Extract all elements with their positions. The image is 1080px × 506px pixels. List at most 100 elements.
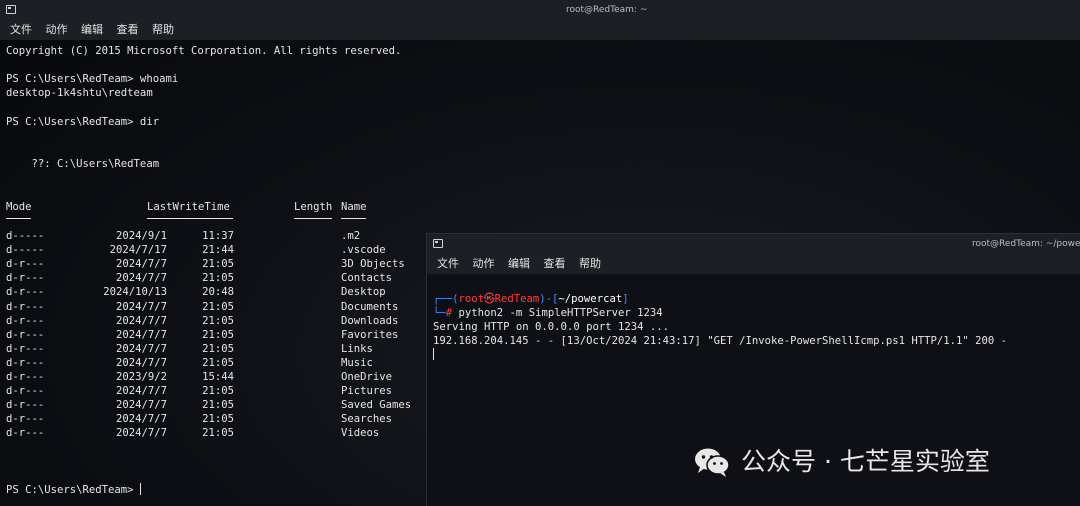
row-date: 2024/7/17: [109, 244, 167, 257]
row-date: 2024/7/7: [115, 258, 167, 271]
row-name: Pictures: [341, 385, 393, 398]
header-name: Name: [341, 201, 367, 213]
text-cursor: [433, 348, 434, 360]
row-mode: d-r---: [6, 286, 45, 299]
row-name: Saved Games: [341, 399, 412, 412]
row-date: 2024/7/7: [115, 399, 167, 412]
row-name: Contacts: [341, 272, 393, 285]
row-time: 21:05: [202, 300, 234, 313]
header-length: Length: [294, 201, 333, 213]
header-name-underline: [341, 218, 366, 219]
row-time: 21:05: [202, 385, 234, 398]
row-name: Documents: [341, 300, 399, 313]
row-time: 21:44: [202, 244, 234, 257]
row-date: 2024/7/7: [115, 328, 167, 341]
prompt-hash: #: [445, 307, 459, 319]
menu-view[interactable]: 查看: [117, 20, 139, 40]
watermark-text: 公众号 · 七芒星实验室: [741, 447, 990, 476]
prompt-dir: PS C:\Users\RedTeam> dir: [6, 116, 160, 128]
back-title-bar[interactable]: root@RedTeam: ~: [0, 0, 1080, 20]
row-mode: d-r---: [6, 399, 45, 412]
row-mode: d-r---: [6, 272, 45, 285]
prompt-end: ]: [622, 293, 629, 305]
row-time: 20:48: [202, 286, 234, 299]
row-time: 15:44: [202, 371, 234, 383]
final-prompt-text: PS C:\Users\RedTeam>: [6, 484, 140, 496]
whoami-output: desktop-1k4shtu\redteam: [6, 87, 153, 99]
row-name: Favorites: [341, 328, 399, 341]
row-date: 2024/10/13: [103, 286, 167, 299]
row-name: 3D Objects: [341, 258, 405, 271]
server-output-1: Serving HTTP on 0.0.0.0 port 1234 ...: [433, 321, 669, 333]
menu-edit[interactable]: 编辑: [81, 20, 103, 40]
header-length-underline: [294, 218, 332, 219]
row-time: 21:05: [202, 342, 234, 355]
row-name: .m2: [341, 230, 361, 242]
header-lastwritetime-underline: [147, 218, 233, 219]
back-window-title: root@RedTeam: ~: [566, 5, 648, 15]
row-name: Links: [341, 342, 373, 355]
terminal-icon: [6, 5, 16, 14]
back-menu-bar: 文件 动作 编辑 查看 帮助: [0, 20, 1080, 40]
row-date: 2024/9/1: [115, 230, 167, 242]
text-cursor: [139, 483, 141, 495]
row-mode: d-r---: [6, 371, 45, 383]
row-time: 21:05: [202, 356, 234, 369]
row-name: Videos: [341, 427, 380, 440]
prompt-whoami: PS C:\Users\RedTeam> whoami: [6, 73, 179, 85]
row-mode: d-r---: [6, 300, 45, 313]
row-date: 2024/7/7: [115, 427, 167, 440]
copyright-line: Copyright (C) 2015 Microsoft Corporation…: [6, 45, 402, 57]
kali-prompt-line2: └─# python2 -m SimpleHTTPServer 1234: [433, 306, 663, 320]
row-time: 11:37: [202, 230, 234, 242]
menu-view[interactable]: 查看: [544, 254, 566, 274]
row-mode: d-----: [6, 244, 45, 257]
row-mode: d-r---: [6, 413, 45, 426]
row-date: 2024/7/7: [115, 385, 167, 398]
menu-action[interactable]: 动作: [46, 20, 68, 40]
row-time: 21:05: [202, 413, 234, 426]
row-mode: d-r---: [6, 258, 45, 271]
front-menu-bar: 文件 动作 编辑 查看 帮助: [427, 254, 1080, 274]
row-mode: d-r---: [6, 385, 45, 398]
prompt-mid: )-[: [539, 293, 559, 305]
row-date: 2024/7/7: [115, 342, 167, 355]
menu-help[interactable]: 帮助: [579, 254, 601, 274]
header-mode-underline: [6, 218, 31, 219]
menu-help[interactable]: 帮助: [152, 20, 174, 40]
row-name: OneDrive: [341, 371, 393, 383]
row-mode: d-r---: [6, 427, 45, 440]
command-text: python2 -m SimpleHTTPServer 1234: [458, 307, 663, 319]
row-mode: d-r---: [6, 356, 45, 369]
prompt-frame-top: ┌──(: [433, 293, 459, 305]
row-date: 2024/7/7: [115, 314, 167, 327]
row-date: 2024/7/7: [115, 300, 167, 313]
row-date: 2023/9/2: [115, 371, 167, 383]
terminal-icon: [433, 239, 443, 248]
row-time: 21:05: [202, 272, 234, 285]
row-date: 2024/7/7: [115, 356, 167, 369]
menu-file[interactable]: 文件: [437, 254, 459, 274]
row-mode: d-r---: [6, 314, 45, 327]
row-time: 21:05: [202, 328, 234, 341]
row-time: 21:05: [202, 314, 234, 327]
front-title-bar[interactable]: root@RedTeam: ~/powercat: [427, 234, 1080, 254]
front-window-title: root@RedTeam: ~/powercat: [972, 239, 1080, 249]
server-output-2: 192.168.204.145 - - [13/Oct/2024 21:43:1…: [433, 335, 1008, 347]
row-name: Downloads: [341, 314, 399, 327]
row-name: Searches: [341, 413, 393, 426]
kali-prompt-line1: ┌──(root㉿RedTeam)-[~/powercat]: [433, 292, 629, 306]
row-name: Desktop: [341, 286, 386, 299]
row-time: 21:05: [202, 258, 234, 271]
row-date: 2024/7/7: [115, 272, 167, 285]
row-time: 21:05: [202, 427, 234, 440]
final-prompt[interactable]: PS C:\Users\RedTeam>: [6, 483, 141, 497]
menu-file[interactable]: 文件: [10, 20, 32, 40]
menu-edit[interactable]: 编辑: [508, 254, 530, 274]
prompt-path: ~/powercat: [558, 293, 623, 305]
header-lastwritetime: LastWriteTime: [147, 201, 230, 213]
prompt-user: root㉿RedTeam: [458, 293, 540, 305]
menu-action[interactable]: 动作: [473, 254, 495, 274]
header-mode: Mode: [6, 201, 32, 213]
front-cursor-line[interactable]: [433, 348, 434, 362]
